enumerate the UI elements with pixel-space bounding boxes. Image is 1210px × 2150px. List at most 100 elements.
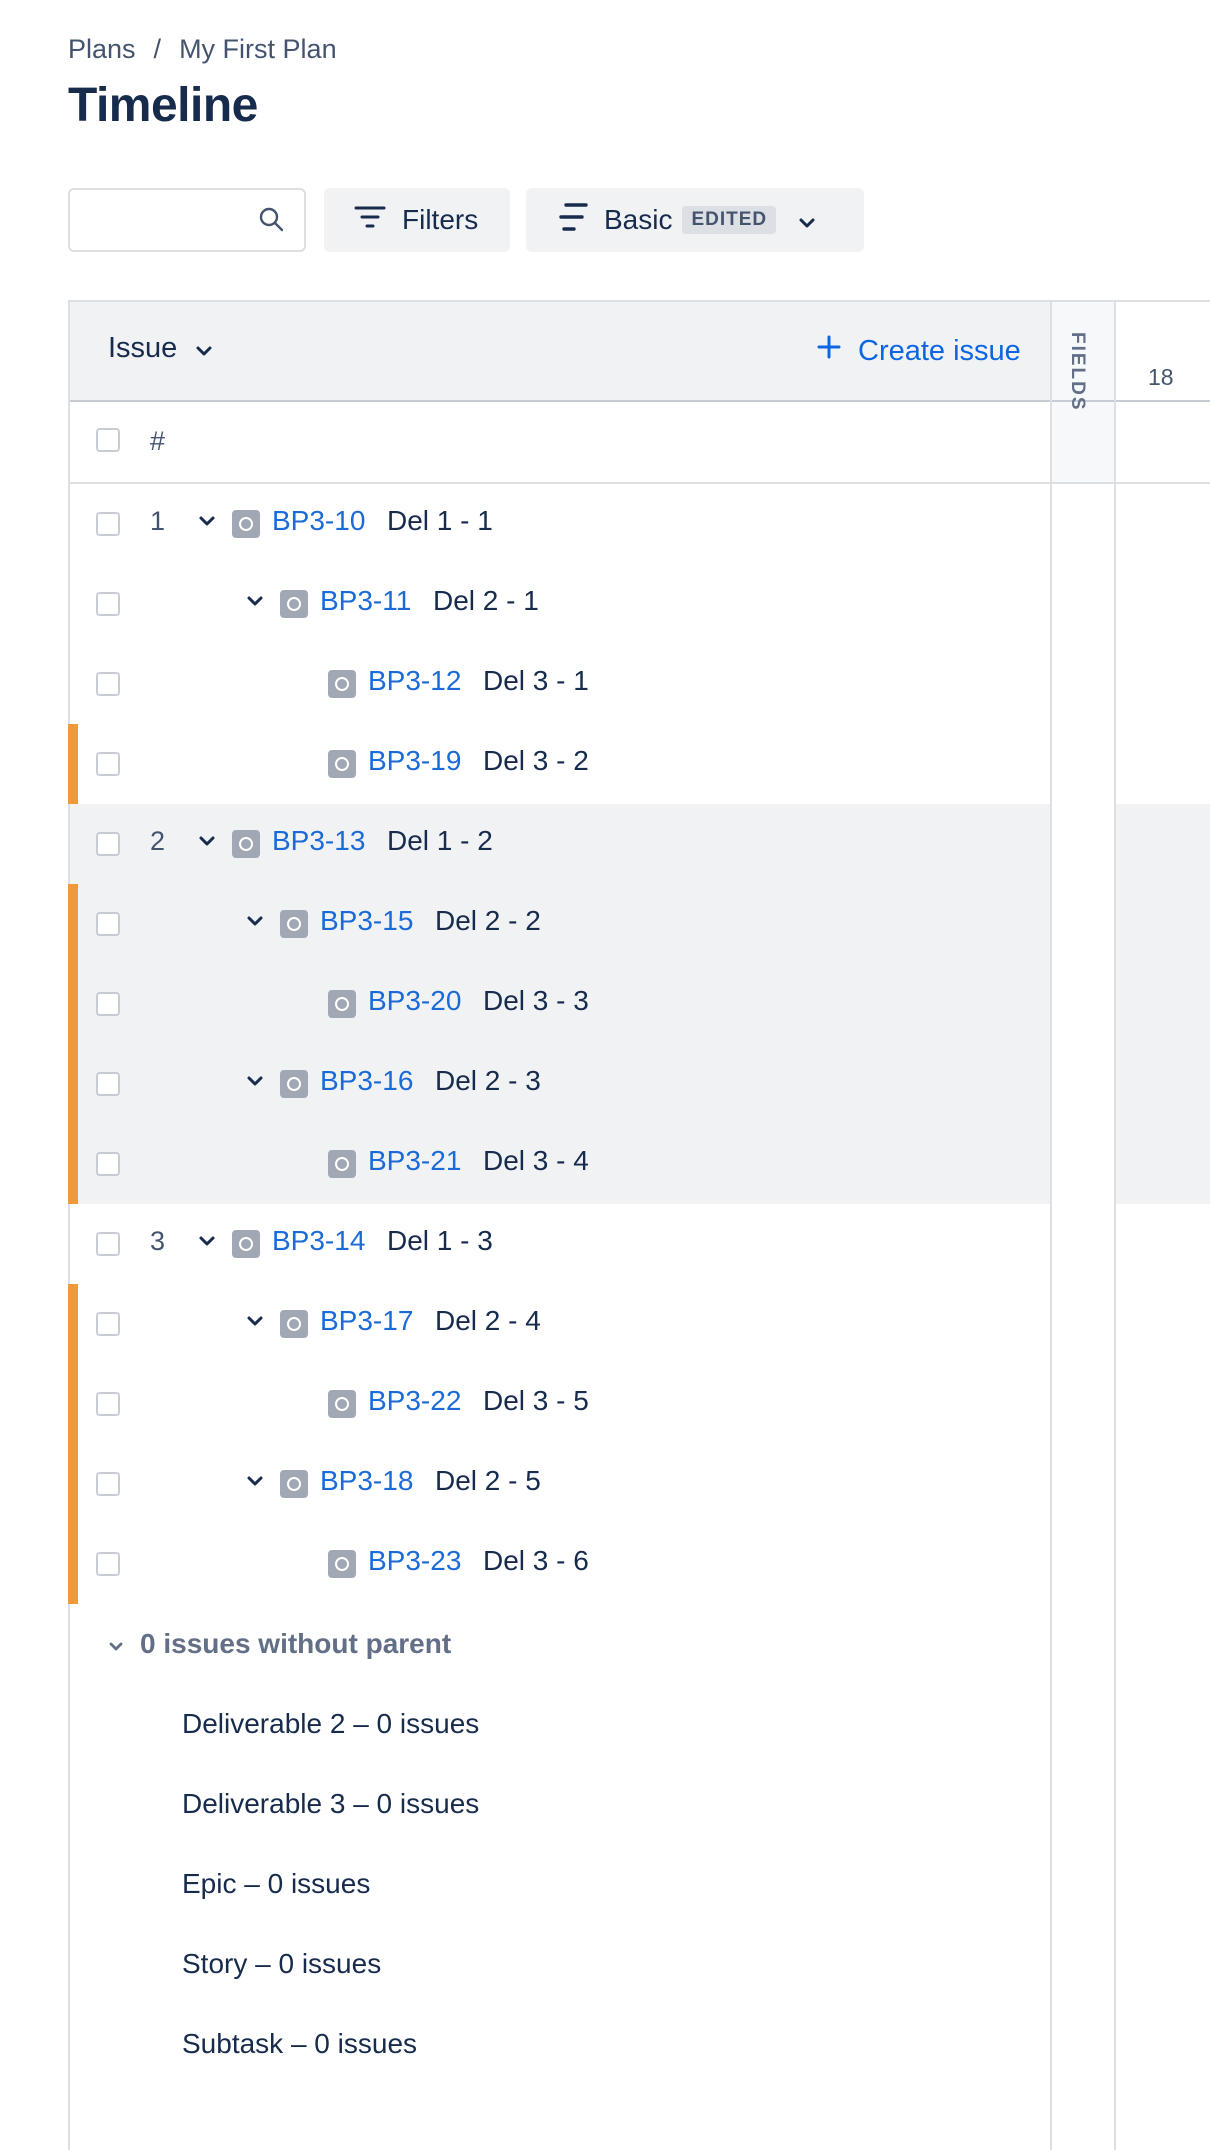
issue-row[interactable]: BP3-17 Del 2 - 4 (70, 1284, 1050, 1364)
search-input[interactable] (82, 200, 246, 242)
issue-key-link[interactable]: BP3-22 (368, 1385, 461, 1417)
no-parent-group-subtask[interactable]: Subtask – 0 issues (182, 2028, 417, 2060)
chevron-down-icon (195, 332, 213, 365)
timeline-row (1116, 1044, 1210, 1124)
row-status-bar (68, 964, 78, 1044)
issue-type-icon (232, 830, 260, 858)
issue-row[interactable]: BP3-12 Del 3 - 1 (70, 644, 1050, 724)
issue-type-icon (280, 1470, 308, 1498)
view-settings-button[interactable]: Basic EDITED (526, 188, 864, 252)
row-checkbox[interactable] (96, 1392, 120, 1416)
select-all-checkbox[interactable] (96, 428, 120, 452)
row-status-bar (68, 884, 78, 964)
row-checkbox[interactable] (96, 592, 120, 616)
issue-key-link[interactable]: BP3-19 (368, 745, 461, 777)
search-icon (258, 206, 284, 237)
issue-key-link[interactable]: BP3-17 (320, 1305, 413, 1337)
issue-row[interactable]: BP3-19 Del 3 - 2 (70, 724, 1050, 804)
issue-type-icon (328, 1150, 356, 1178)
issue-summary: Del 2 - 3 (435, 1065, 541, 1096)
row-checkbox[interactable] (96, 1152, 120, 1176)
timeline-row (1116, 1524, 1210, 1604)
expand-chevron-icon[interactable] (198, 834, 216, 852)
expand-chevron-icon[interactable] (246, 1474, 264, 1492)
issue-key-link[interactable]: BP3-23 (368, 1545, 461, 1577)
issue-row[interactable]: BP3-22 Del 3 - 5 (70, 1364, 1050, 1444)
expand-chevron-icon[interactable] (246, 914, 264, 932)
issue-column-dropdown[interactable]: Issue (108, 332, 213, 365)
issue-summary: Del 3 - 1 (483, 665, 589, 696)
expand-chevron-icon[interactable] (246, 1074, 264, 1092)
issue-key-link[interactable]: BP3-20 (368, 985, 461, 1017)
no-parent-group-deliverable-2[interactable]: Deliverable 2 – 0 issues (182, 1708, 479, 1740)
issue-key-link[interactable]: BP3-13 (272, 825, 365, 857)
search-field[interactable] (68, 188, 306, 252)
issue-row[interactable]: 3 BP3-14 Del 1 - 3 (70, 1204, 1050, 1284)
issue-row[interactable]: BP3-15 Del 2 - 2 (70, 884, 1050, 964)
issue-type-icon (328, 1550, 356, 1578)
issue-row[interactable]: 2 BP3-13 Del 1 - 2 (70, 804, 1050, 884)
issue-key-link[interactable]: BP3-15 (320, 905, 413, 937)
breadcrumb-plans-link[interactable]: Plans (68, 34, 136, 65)
timeline-date-label: 18 (1148, 364, 1174, 390)
expand-chevron-icon[interactable] (198, 514, 216, 532)
breadcrumb-separator: / (153, 34, 162, 64)
create-issue-button[interactable]: Create issue (816, 334, 1021, 368)
issue-row[interactable]: BP3-20 Del 3 - 3 (70, 964, 1050, 1044)
row-checkbox[interactable] (96, 512, 120, 536)
edited-badge: EDITED (682, 206, 777, 234)
timeline-row (1116, 1204, 1210, 1284)
row-checkbox[interactable] (96, 1552, 120, 1576)
rank-column-header: # (150, 426, 166, 456)
row-checkbox[interactable] (96, 912, 120, 936)
plus-icon (816, 334, 842, 368)
row-checkbox[interactable] (96, 1472, 120, 1496)
row-checkbox[interactable] (96, 1312, 120, 1336)
row-checkbox[interactable] (96, 672, 120, 696)
breadcrumb: Plans / My First Plan (68, 34, 337, 65)
issues-without-parent-toggle[interactable]: 0 issues without parent (108, 1628, 451, 1660)
row-status-bar (68, 1284, 78, 1364)
row-status-bar (68, 724, 78, 804)
row-checkbox[interactable] (96, 832, 120, 856)
issue-type-icon (280, 1310, 308, 1338)
no-parent-group-story[interactable]: Story – 0 issues (182, 1948, 381, 1980)
issue-row[interactable]: BP3-16 Del 2 - 3 (70, 1044, 1050, 1124)
header-divider (70, 400, 1210, 402)
issue-key-link[interactable]: BP3-18 (320, 1465, 413, 1497)
timeline-view-icon (558, 202, 590, 239)
timeline-row (1116, 1284, 1210, 1364)
issue-key-link[interactable]: BP3-16 (320, 1065, 413, 1097)
issue-row[interactable]: BP3-18 Del 2 - 5 (70, 1444, 1050, 1524)
issue-row[interactable]: BP3-21 Del 3 - 4 (70, 1124, 1050, 1204)
grid-top-border (68, 300, 1210, 302)
timeline-row (1116, 644, 1210, 724)
issue-key-link[interactable]: BP3-11 (320, 585, 411, 617)
breadcrumb-current-plan-link[interactable]: My First Plan (179, 34, 337, 65)
no-parent-group-deliverable-3[interactable]: Deliverable 3 – 0 issues (182, 1788, 479, 1820)
expand-chevron-icon[interactable] (198, 1234, 216, 1252)
issue-row[interactable]: 1 BP3-10 Del 1 - 1 (70, 484, 1050, 564)
issue-summary: Del 2 - 5 (435, 1465, 541, 1496)
issue-key-link[interactable]: BP3-10 (272, 505, 365, 537)
expand-chevron-icon[interactable] (246, 594, 264, 612)
issue-row[interactable]: BP3-23 Del 3 - 6 (70, 1524, 1050, 1604)
timeline-row (1116, 1124, 1210, 1204)
row-status-bar (68, 1364, 78, 1444)
timeline-row (1116, 724, 1210, 804)
issue-type-icon (232, 1230, 260, 1258)
issue-key-link[interactable]: BP3-12 (368, 665, 461, 697)
row-checkbox[interactable] (96, 1072, 120, 1096)
issue-summary: Del 2 - 2 (435, 905, 541, 936)
row-status-bar (68, 1044, 78, 1124)
issue-key-link[interactable]: BP3-14 (272, 1225, 365, 1257)
row-checkbox[interactable] (96, 992, 120, 1016)
row-checkbox[interactable] (96, 752, 120, 776)
no-parent-group-epic[interactable]: Epic – 0 issues (182, 1868, 370, 1900)
filters-button[interactable]: Filters (324, 188, 510, 252)
expand-chevron-icon[interactable] (246, 1314, 264, 1332)
row-checkbox[interactable] (96, 1232, 120, 1256)
issue-key-link[interactable]: BP3-21 (368, 1145, 461, 1177)
fields-toggle[interactable]: FIELDS (1066, 332, 1088, 412)
issue-row[interactable]: BP3-11 Del 2 - 1 (70, 564, 1050, 644)
